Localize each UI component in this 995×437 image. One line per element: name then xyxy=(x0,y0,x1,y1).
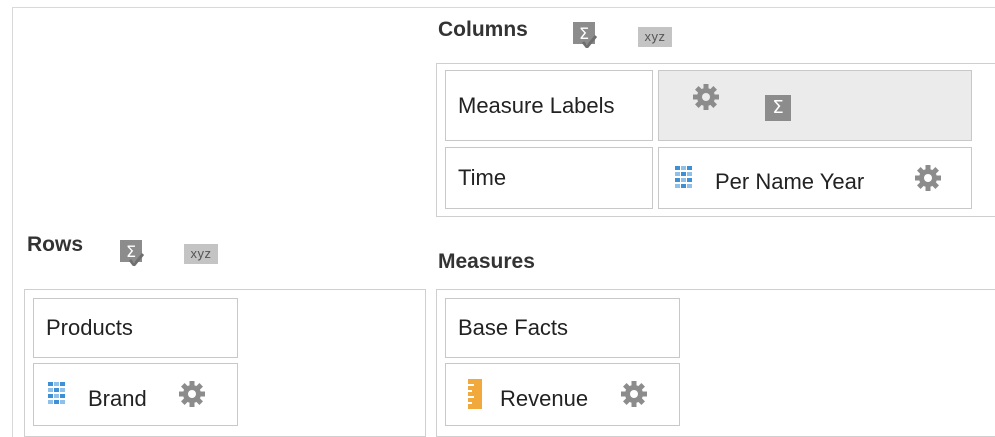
columns-row-label-measure-labels[interactable]: Measure Labels xyxy=(445,70,653,141)
rows-dimension-item-brand[interactable]: Brand xyxy=(33,363,238,426)
products-text: Products xyxy=(46,315,133,340)
hierarchy-grid-icon xyxy=(48,382,65,404)
measure-labels-text: Measure Labels xyxy=(458,92,615,118)
sigma-icon[interactable]: Σ xyxy=(765,95,791,121)
rows-dimension-header-products[interactable]: Products xyxy=(33,298,238,358)
gear-icon[interactable] xyxy=(620,380,648,408)
xyz-icon[interactable]: xyz xyxy=(184,244,218,264)
sigma-check-icon[interactable]: Σ xyxy=(573,22,597,48)
measure-ruler-icon xyxy=(468,379,482,409)
frame-top-line xyxy=(12,7,995,8)
sigma-check-icon[interactable]: Σ xyxy=(120,240,144,266)
gear-icon[interactable] xyxy=(178,380,206,408)
xyz-icon[interactable]: xyz xyxy=(638,27,672,47)
measures-item-revenue[interactable]: Revenue xyxy=(445,363,680,426)
brand-text: Brand xyxy=(88,386,147,411)
columns-row-value-time[interactable]: Per Name Year xyxy=(658,147,972,209)
measures-group-header-base-facts[interactable]: Base Facts xyxy=(445,298,680,358)
svg-text:Σ: Σ xyxy=(579,24,589,43)
time-text: Time xyxy=(458,165,507,190)
frame-left-line xyxy=(12,7,13,437)
measures-title: Measures xyxy=(438,250,535,273)
hierarchy-grid-icon xyxy=(675,166,692,188)
per-name-year-text: Per Name Year xyxy=(715,169,865,194)
rows-title: Rows xyxy=(27,233,84,256)
gear-icon[interactable] xyxy=(914,164,942,192)
columns-row-label-time[interactable]: Time xyxy=(445,147,653,209)
columns-title: Columns xyxy=(438,18,528,41)
revenue-text: Revenue xyxy=(500,386,589,411)
gear-icon[interactable] xyxy=(692,83,720,111)
columns-row-value-measure-labels[interactable]: Σ xyxy=(658,70,972,141)
base-facts-text: Base Facts xyxy=(458,315,569,340)
svg-text:Σ: Σ xyxy=(126,242,136,261)
